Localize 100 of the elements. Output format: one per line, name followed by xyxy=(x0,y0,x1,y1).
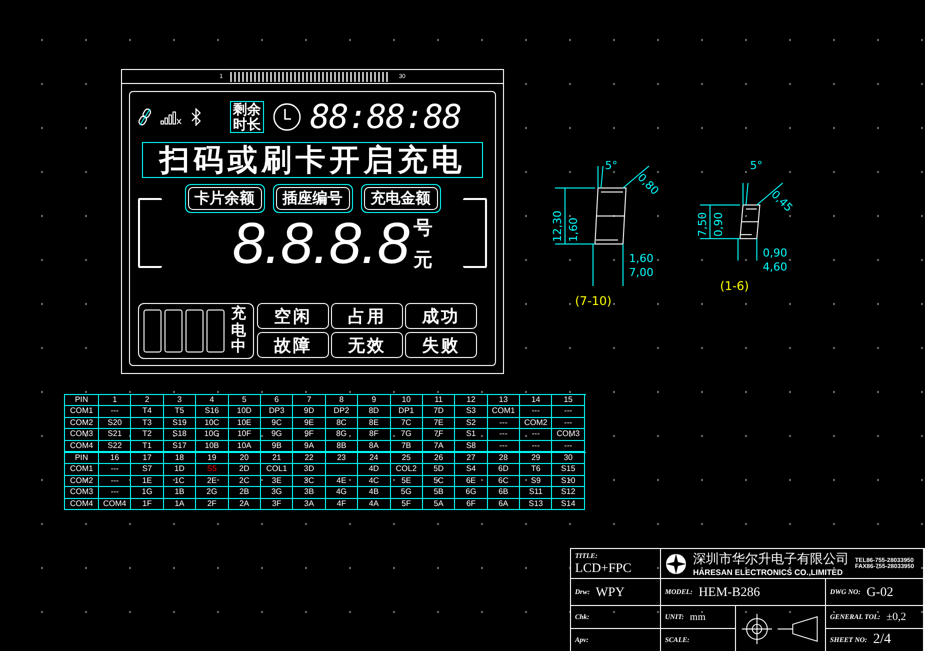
table-cell: 2A xyxy=(228,498,261,510)
table-cell: 1G xyxy=(131,487,164,499)
table-cell: 2C xyxy=(228,476,261,488)
table-header-cell: 29 xyxy=(520,453,552,464)
table-cell: --- xyxy=(552,406,585,418)
table-cell: --- xyxy=(99,476,132,488)
highlighted-text: S5 xyxy=(206,464,217,474)
table-cell: T5 xyxy=(164,406,196,418)
table-cell: 10C xyxy=(196,418,229,430)
table-cell: 5C xyxy=(422,476,456,488)
company-logo-icon xyxy=(665,552,687,574)
dimension-label: 5° xyxy=(605,159,618,172)
table-header-cell: 4 xyxy=(196,395,229,406)
table-cell: T3 xyxy=(131,418,164,430)
table-cell: 6F xyxy=(455,498,488,510)
dimension-label: 7,50 xyxy=(696,212,709,237)
table-cell: COM3 xyxy=(65,429,99,441)
table-cell: 1A xyxy=(164,498,196,510)
table-cell: S15 xyxy=(552,464,585,476)
table-header-cell: 2 xyxy=(131,395,164,406)
table-cell: 6C xyxy=(488,476,520,488)
table-cell: 3B xyxy=(293,487,326,499)
table-cell: S20 xyxy=(99,418,132,430)
table-header-cell: PIN xyxy=(65,453,99,464)
table-cell: 1F xyxy=(131,498,164,510)
table-header-cell: 18 xyxy=(164,453,196,464)
table-header-cell: PIN xyxy=(65,395,99,406)
table-cell: 8C xyxy=(326,418,358,430)
table-header-cell: 20 xyxy=(228,453,261,464)
table-header-cell: 11 xyxy=(422,395,456,406)
table-cell: S2 xyxy=(455,418,488,430)
table-cell: 10A xyxy=(228,440,261,452)
digit-segment-drawing xyxy=(594,188,627,244)
table-cell: 3F xyxy=(260,498,294,510)
table-cell: 8A xyxy=(358,440,391,452)
table-cell: S16 xyxy=(196,406,229,418)
clock-digits: 88:88:88 xyxy=(310,99,461,135)
table-cell: COM3 xyxy=(552,429,585,441)
bracket-frame xyxy=(463,198,487,268)
table-cell: 6A xyxy=(488,498,520,510)
table-header-cell: 15 xyxy=(552,395,585,406)
table-cell: 7A xyxy=(422,440,456,452)
table-cell: 8F xyxy=(358,429,391,441)
link-icon xyxy=(138,107,152,127)
table-cell: S21 xyxy=(99,429,132,441)
status-label: 占用 xyxy=(331,303,403,329)
table-cell: 6D xyxy=(488,464,520,476)
table-cell: COM4 xyxy=(65,440,99,452)
table-cell: 7G xyxy=(390,429,423,441)
table-header-cell: 21 xyxy=(260,453,294,464)
table-cell: 9B xyxy=(260,440,294,452)
table-cell: 3G xyxy=(260,487,294,499)
table-cell: 9C xyxy=(260,418,294,430)
table-cell: S9 xyxy=(520,476,552,488)
display-label: 卡片余额 xyxy=(188,187,262,210)
table-cell: S3 xyxy=(455,406,488,418)
display-label: 充电金额 xyxy=(364,187,438,210)
table-cell: COM2 xyxy=(65,476,99,488)
banner-text: 扫码或刷卡开启充电 xyxy=(142,142,483,178)
table-header-cell: 17 xyxy=(131,453,164,464)
dimension-label: 0,90 xyxy=(762,246,788,260)
table-cell: 10D xyxy=(228,406,261,418)
table-cell: 2D xyxy=(228,464,261,476)
table-header-cell: 5 xyxy=(228,395,261,406)
table-cell: 5E xyxy=(390,476,423,488)
table-cell: DP2 xyxy=(326,406,358,418)
table-header-cell: 10 xyxy=(390,395,423,406)
table-cell: COM1 xyxy=(488,406,520,418)
table-cell: 5B xyxy=(422,487,456,499)
table-cell: 4B xyxy=(358,487,391,499)
remaining-time-label: 剩余时长 xyxy=(230,101,264,133)
table-header-cell: 28 xyxy=(488,453,520,464)
unit-label: 号 xyxy=(414,217,433,241)
field-value: HEM-B286 xyxy=(698,584,760,600)
table-cell: 5F xyxy=(390,498,423,510)
table-header-cell: 19 xyxy=(196,453,229,464)
table-cell: S14 xyxy=(552,498,585,510)
status-label: 故障 xyxy=(257,332,329,358)
table-cell: T1 xyxy=(131,440,164,452)
table-cell: --- xyxy=(488,418,520,430)
table-header-cell: 16 xyxy=(99,453,132,464)
display-label: 插座编号 xyxy=(276,187,350,210)
figure-caption: (7-10) xyxy=(575,294,612,308)
table-cell: 1E xyxy=(131,476,164,488)
unit-label: 元 xyxy=(414,249,433,273)
table-cell: 3E xyxy=(260,476,294,488)
table-cell: S12 xyxy=(552,487,585,499)
table-cell: S1 xyxy=(455,429,488,441)
table-cell: 8B xyxy=(326,440,358,452)
table-cell: 10E xyxy=(228,418,261,430)
table-cell: 4D xyxy=(358,464,391,476)
signal-icon xyxy=(160,109,182,125)
table-cell: S7 xyxy=(131,464,164,476)
table-cell: DP3 xyxy=(260,406,294,418)
table-cell: 2B xyxy=(228,487,261,499)
table-cell: 5G xyxy=(390,487,423,499)
table-cell: S11 xyxy=(520,487,552,499)
table-header-cell: 27 xyxy=(455,453,488,464)
table-cell: S4 xyxy=(455,464,488,476)
field-value: G-02 xyxy=(866,584,894,600)
